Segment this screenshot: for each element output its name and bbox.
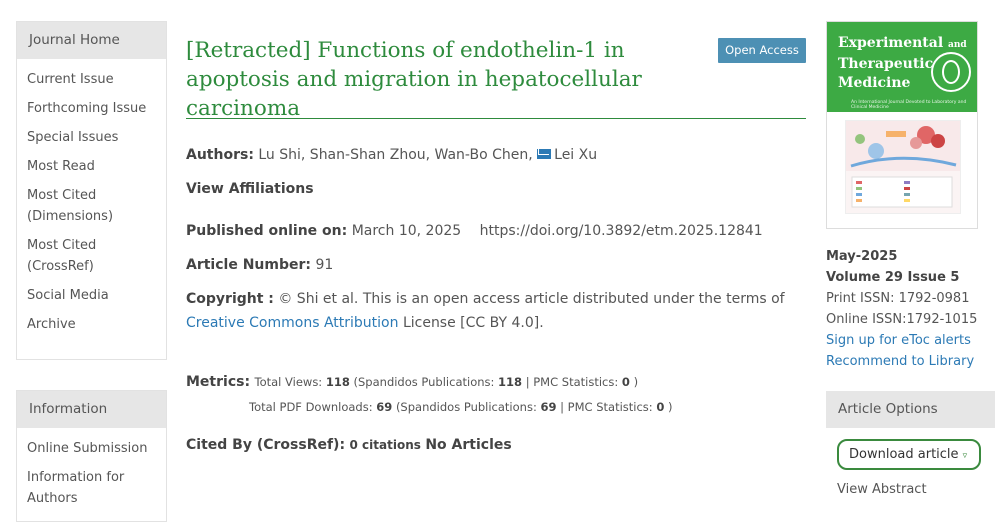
authors-list: Lu Shi, Shan-Shan Zhou, Wan-Bo Chen, xyxy=(258,147,533,163)
journal-cover[interactable]: Experimental and Therapeutic Medicine An… xyxy=(826,21,978,229)
view-abstract-link[interactable]: View Abstract xyxy=(837,482,927,497)
license-link[interactable]: Creative Commons Attribution xyxy=(186,315,398,331)
etoc-alerts-link[interactable]: Sign up for eToc alerts xyxy=(826,330,971,351)
cover-diagram-image xyxy=(845,120,961,214)
affiliations-row: View Affiliations xyxy=(186,181,314,197)
issue-month: May-2025 xyxy=(826,249,898,264)
issue-volume: Volume 29 Issue 5 xyxy=(826,270,960,285)
copyright-label: Copyright : xyxy=(186,291,274,307)
cited-count: 0 citations xyxy=(349,438,421,452)
nav-online-submission[interactable]: Online Submission xyxy=(17,434,166,463)
nav-current-issue[interactable]: Current Issue xyxy=(17,65,166,94)
cover-logo-icon xyxy=(931,52,971,92)
published-row: Published online on: March 10, 2025 http… xyxy=(186,223,763,239)
metrics-label: Metrics: xyxy=(186,374,251,390)
published-label: Published online on: xyxy=(186,223,348,239)
article-number-label: Article Number: xyxy=(186,257,311,273)
published-date: March 10, 2025 xyxy=(351,223,462,239)
authors-row: Authors: Lu Shi, Shan-Shan Zhou, Wan-Bo … xyxy=(186,147,597,163)
article-options: Article Options Download article ▿ View … xyxy=(826,391,995,521)
authors-label: Authors: xyxy=(186,147,254,163)
nav-most-cited-dimensions[interactable]: Most Cited (Dimensions) xyxy=(17,181,166,231)
total-views: Total Views: 118 (Spandidos Publications… xyxy=(254,375,639,389)
article-number: 91 xyxy=(315,257,334,273)
nav-social-media[interactable]: Social Media xyxy=(17,281,166,310)
information-nav-list: Online Submission Information for Author… xyxy=(17,428,166,517)
nav-info-for-authors[interactable]: Information for Authors xyxy=(17,463,166,513)
copyright-text: © Shi et al. This is an open access arti… xyxy=(278,291,785,307)
article-number-row: Article Number: 91 xyxy=(186,257,333,273)
corresponding-author[interactable]: Lei Xu xyxy=(554,147,597,163)
nav-archive[interactable]: Archive xyxy=(17,310,166,339)
print-issn: Print ISSN: 1792-0981 xyxy=(826,291,970,306)
article-options-header: Article Options xyxy=(826,391,995,428)
copyright-row: Copyright : © Shi et al. This is an open… xyxy=(186,291,785,307)
license-suffix: License [CC BY 4.0]. xyxy=(402,315,544,331)
cited-by-label: Cited By (CrossRef): xyxy=(186,437,346,453)
information-header: Information xyxy=(17,391,166,428)
title-divider xyxy=(186,118,806,119)
chevron-down-icon: ▿ xyxy=(962,451,968,461)
doi-link[interactable]: https://doi.org/10.3892/etm.2025.12841 xyxy=(480,223,763,239)
nav-most-cited-crossref[interactable]: Most Cited (CrossRef) xyxy=(17,231,166,281)
information-nav: Information Online Submission Informatio… xyxy=(16,390,167,522)
pdf-downloads: Total PDF Downloads: 69 (Spandidos Publi… xyxy=(249,400,673,414)
metrics-row: Metrics: Total Views: 118 (Spandidos Pub… xyxy=(186,374,638,390)
recommend-library-link[interactable]: Recommend to Library xyxy=(826,351,974,372)
online-issn: Online ISSN:1792-1015 xyxy=(826,312,978,327)
cited-by-row: Cited By (CrossRef): 0 citations No Arti… xyxy=(186,437,512,453)
nav-forthcoming-issue[interactable]: Forthcoming Issue xyxy=(17,94,166,123)
nav-most-read[interactable]: Most Read xyxy=(17,152,166,181)
download-article-button[interactable]: Download article ▿ xyxy=(837,439,981,470)
article-title: [Retracted] Functions of endothelin-1 in… xyxy=(186,38,642,121)
license-row: Creative Commons Attribution License [CC… xyxy=(186,315,544,331)
open-access-badge: Open Access xyxy=(718,38,806,63)
cover-subtitle: An International Journal Devoted to Labo… xyxy=(851,100,967,110)
cited-articles: No Articles xyxy=(425,437,512,453)
nav-special-issues[interactable]: Special Issues xyxy=(17,123,166,152)
journal-home-link[interactable]: Journal Home xyxy=(17,22,166,59)
view-affiliations-link[interactable]: View Affiliations xyxy=(186,181,314,197)
email-icon[interactable] xyxy=(537,149,552,159)
journal-nav: Journal Home Current Issue Forthcoming I… xyxy=(16,21,167,360)
journal-nav-list: Current Issue Forthcoming Issue Special … xyxy=(17,59,166,343)
